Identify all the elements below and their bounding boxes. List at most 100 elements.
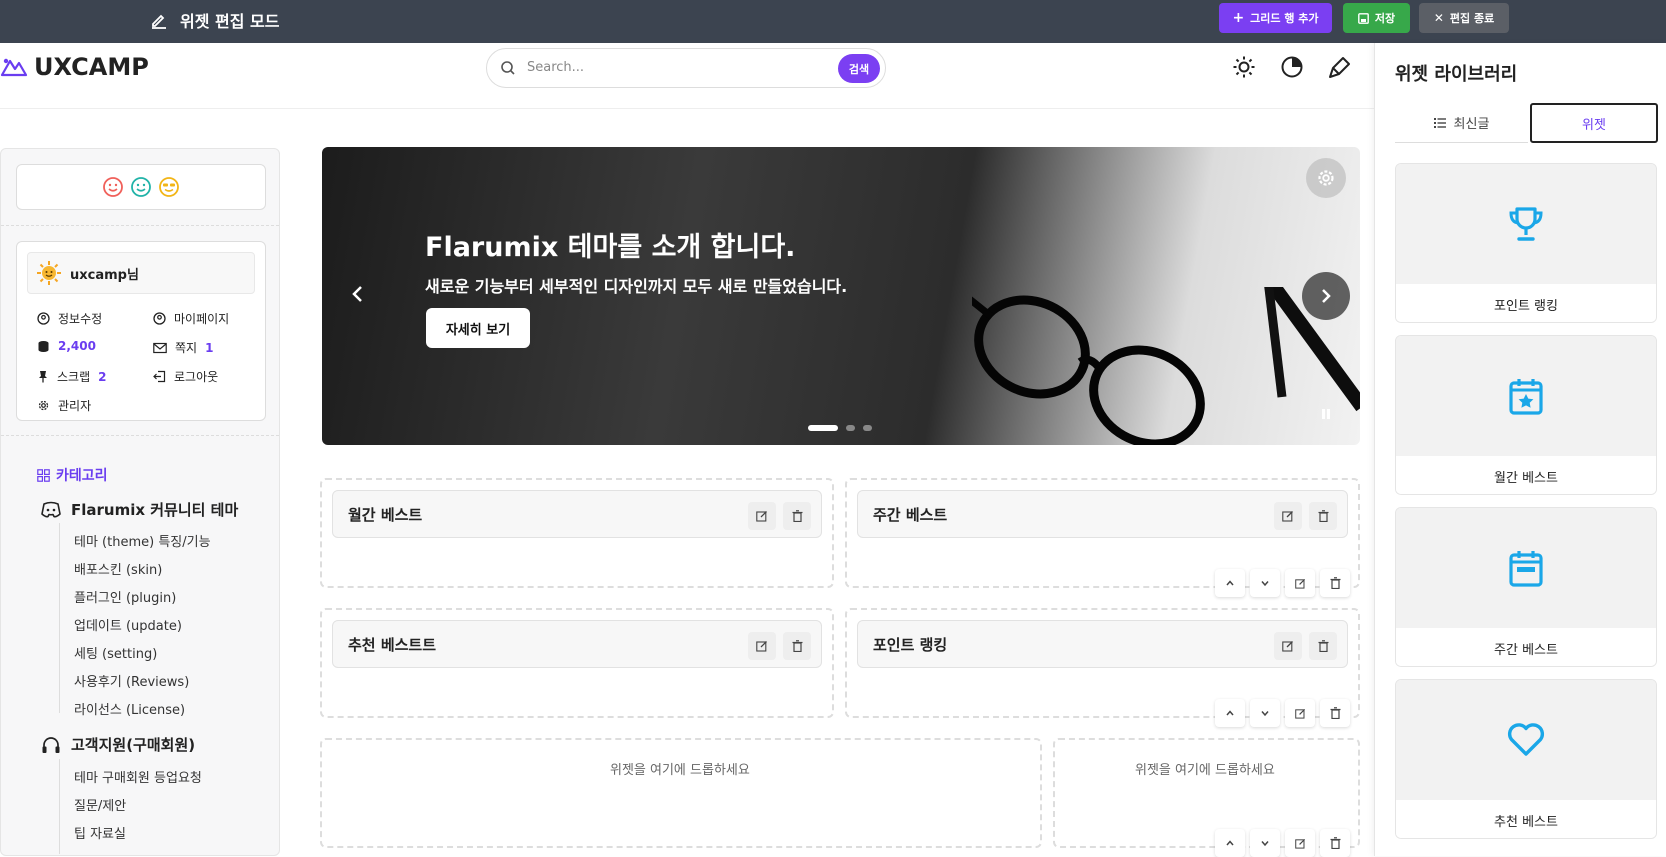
edit-icon — [756, 511, 767, 522]
grid-icon — [37, 468, 50, 482]
hero-subtitle: 새로운 기능부터 세부적인 디자인까지 모두 새로 만들었습니다. — [425, 277, 848, 296]
category-item[interactable]: 질문/제안 — [74, 795, 126, 814]
scrap-link[interactable]: 스크랩 2 — [37, 368, 106, 385]
search-input[interactable]: Search... — [527, 60, 584, 75]
category-title: 카테고리 — [37, 465, 108, 485]
widget-edit-button[interactable] — [1274, 502, 1302, 530]
category-item[interactable]: 테마 (theme) 특징/기능 — [74, 531, 211, 550]
slide-dot[interactable] — [846, 425, 855, 431]
widget-delete-button[interactable] — [1309, 502, 1337, 530]
admin-link[interactable]: 관리자 — [37, 397, 91, 414]
library-item-label: 포인트 랭킹 — [1396, 284, 1656, 322]
trash-icon — [792, 640, 802, 652]
category-item[interactable]: 플러그인 (plugin) — [74, 587, 176, 606]
chevron-up-icon — [1226, 580, 1234, 586]
row-edit-button[interactable] — [1285, 569, 1315, 597]
user-row[interactable]: uxcamp님 — [27, 252, 255, 294]
exit-edit-button[interactable]: ✕ 편집 종료 — [1419, 3, 1509, 33]
row-move-down-button[interactable] — [1250, 829, 1280, 857]
contrast-icon[interactable] — [1280, 55, 1304, 79]
messages-link[interactable]: 쪽지 1 — [153, 339, 213, 356]
trash-icon — [1318, 640, 1328, 652]
sun-avatar-icon — [37, 261, 61, 285]
search-icon — [501, 61, 515, 75]
row-delete-button[interactable] — [1320, 699, 1350, 727]
logout-link[interactable]: 로그아웃 — [153, 368, 218, 385]
save-button[interactable]: 저장 — [1343, 3, 1410, 33]
slide-dot-active[interactable] — [808, 425, 838, 431]
category-item[interactable]: 팁 자료실 — [74, 823, 126, 842]
mypage-link[interactable]: 마이페이지 — [153, 310, 229, 327]
divider — [1, 225, 279, 226]
points-link[interactable]: 2,400 — [37, 339, 96, 353]
discord-icon — [41, 501, 61, 518]
trash-icon — [1330, 707, 1340, 719]
row-move-down-button[interactable] — [1250, 699, 1280, 727]
brush-icon[interactable] — [1328, 55, 1352, 79]
user-profile-card: uxcamp님 정보수정 마이페이지 2,400 쪽지 1 스크랩 2 로그아웃 — [16, 241, 266, 421]
emoji-reactions — [16, 164, 266, 210]
slider-settings-button[interactable] — [1306, 158, 1346, 198]
edit-icon — [1294, 838, 1305, 849]
edit-icon — [1282, 511, 1293, 522]
smile-red-icon[interactable] — [102, 176, 124, 198]
slide-dot[interactable] — [863, 425, 872, 431]
row-delete-button[interactable] — [1320, 829, 1350, 857]
category-group-support[interactable]: 고객지원(구매회원) — [41, 734, 195, 755]
edit-info-link[interactable]: 정보수정 — [37, 310, 102, 327]
category-item[interactable]: 세팅 (setting) — [74, 643, 157, 662]
widget-weekly-best[interactable]: 주간 베스트 — [857, 490, 1348, 538]
close-icon: ✕ — [1433, 11, 1444, 25]
widget-edit-button[interactable] — [1274, 632, 1302, 660]
pin-icon — [39, 371, 47, 383]
gear-icon — [38, 400, 49, 411]
category-item[interactable]: 사용후기 (Reviews) — [74, 671, 189, 690]
library-item-icon-area — [1396, 164, 1656, 284]
row-delete-button[interactable] — [1320, 569, 1350, 597]
smile-teal-icon[interactable] — [130, 176, 152, 198]
hero-slider: Flarumix 테마를 소개 합니다. 새로운 기능부터 세부적인 디자인까지… — [322, 147, 1360, 445]
widget-delete-button[interactable] — [783, 632, 811, 660]
chevron-left-icon[interactable] — [346, 282, 370, 306]
category-item[interactable]: 배포스킨 (skin) — [74, 559, 162, 578]
slider-next-button[interactable] — [1302, 272, 1350, 320]
site-logo[interactable]: UXCAMP — [0, 53, 149, 81]
row-edit-button[interactable] — [1285, 829, 1315, 857]
add-grid-row-button[interactable]: + 그리드 행 추가 — [1219, 3, 1332, 33]
envelope-icon — [153, 342, 167, 353]
widget-edit-button[interactable] — [748, 632, 776, 660]
widget-recommend-best[interactable]: 추천 베스트트 — [332, 620, 822, 668]
row-move-up-button[interactable] — [1215, 699, 1245, 727]
row-edit-button[interactable] — [1285, 699, 1315, 727]
library-item-weekly-best[interactable]: 주간 베스트 — [1395, 507, 1657, 667]
library-item-label: 월간 베스트 — [1396, 456, 1656, 494]
tab-recent[interactable]: 최신글 — [1395, 103, 1528, 143]
widget-point-ranking[interactable]: 포인트 랭킹 — [857, 620, 1348, 668]
library-item-monthly-best[interactable]: 월간 베스트 — [1395, 335, 1657, 495]
widget-delete-button[interactable] — [783, 502, 811, 530]
row-move-up-button[interactable] — [1215, 829, 1245, 857]
tab-widget[interactable]: 위젯 — [1530, 103, 1658, 143]
category-item[interactable]: 업데이트 (update) — [74, 615, 182, 634]
row-move-down-button[interactable] — [1250, 569, 1280, 597]
widget-drop-zone-empty[interactable] — [320, 738, 1042, 848]
category-group-flarumix[interactable]: Flarumix 커뮤니티 테마 — [41, 499, 238, 520]
search-button[interactable]: 검색 — [838, 54, 880, 83]
library-item-recommend-best[interactable]: 추천 베스트 — [1395, 679, 1657, 839]
hero-more-button[interactable]: 자세히 보기 — [426, 308, 530, 348]
category-item[interactable]: 라이선스 (License) — [74, 699, 185, 718]
row-move-up-button[interactable] — [1215, 569, 1245, 597]
category-item[interactable]: 테마 구매회원 등업요청 — [74, 767, 202, 786]
pause-icon[interactable] — [1322, 409, 1332, 419]
search-bar: Search... 검색 — [486, 48, 886, 88]
chevron-up-icon — [1226, 710, 1234, 716]
widget-delete-button[interactable] — [1309, 632, 1337, 660]
library-item-icon-area — [1396, 508, 1656, 628]
sunglasses-yellow-icon[interactable] — [158, 176, 180, 198]
chevron-down-icon — [1261, 711, 1269, 717]
widget-edit-button[interactable] — [748, 502, 776, 530]
widget-monthly-best[interactable]: 월간 베스트 — [332, 490, 822, 538]
library-item-point-ranking[interactable]: 포인트 랭킹 — [1395, 163, 1657, 323]
sun-icon[interactable] — [1232, 55, 1256, 79]
heart-icon — [1508, 723, 1544, 756]
